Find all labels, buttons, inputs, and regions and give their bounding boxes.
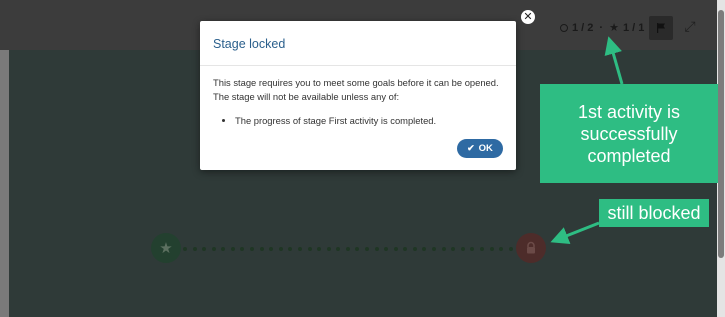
star-icon: ★ <box>609 21 619 34</box>
ok-label: OK <box>478 143 493 154</box>
separator: · <box>599 22 604 34</box>
annotation-blocked: still blocked <box>599 199 709 227</box>
dialog-text-line2: The stage will not be available unless a… <box>213 91 400 102</box>
activity-progress: 1 / 2 <box>572 22 594 34</box>
progress-stats: 1 / 2 · ★ 1 / 1 <box>560 21 644 35</box>
condition-item: The progress of stage First activity is … <box>235 114 503 128</box>
star-icon: ★ <box>159 240 173 257</box>
lock-icon <box>527 241 535 254</box>
dialog-title: Stage locked <box>213 37 286 51</box>
dialog-body: This stage requires you to meet some goa… <box>200 66 516 128</box>
check-icon: ✔ <box>467 143 475 153</box>
annotation-completed-text: 1st activity is successfully completed <box>577 101 681 166</box>
ok-button[interactable]: ✔ OK <box>457 139 503 158</box>
stage-node-locked[interactable] <box>516 233 546 263</box>
flag-button[interactable] <box>649 16 673 40</box>
flag-icon <box>657 23 665 33</box>
stage-node-first-activity[interactable]: ★ <box>151 233 181 263</box>
dialog-header: Stage locked <box>200 21 516 66</box>
close-dialog-button[interactable]: ✕ <box>521 10 535 24</box>
scrollbar-thumb[interactable] <box>718 10 724 258</box>
scrollbar[interactable] <box>717 0 725 317</box>
fullscreen-button[interactable]: ⤢ <box>682 18 698 34</box>
close-icon: ✕ <box>523 10 533 23</box>
stage-locked-dialog: Stage locked This stage requires you to … <box>200 21 516 170</box>
circle-icon <box>560 24 568 32</box>
annotation-completed: 1st activity is successfully completed <box>540 84 718 183</box>
annotation-blocked-text: still blocked <box>607 202 701 223</box>
expand-icon: ⤢ <box>684 18 696 34</box>
dialog-text-line1: This stage requires you to meet some goa… <box>213 77 499 88</box>
stage-connector <box>183 246 513 252</box>
star-progress: 1 / 1 <box>622 22 645 34</box>
condition-list: The progress of stage First activity is … <box>213 114 503 128</box>
